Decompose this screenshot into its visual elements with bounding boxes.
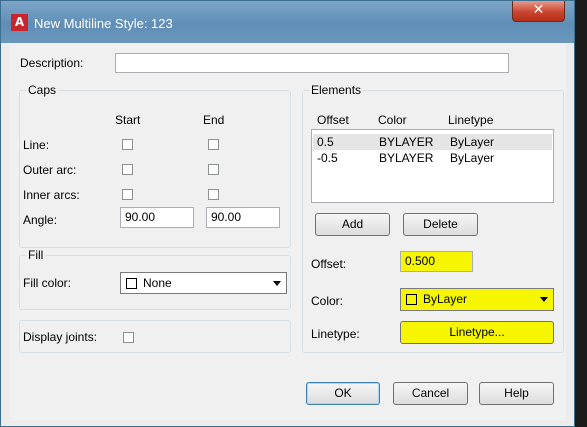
add-button[interactable]: Add: [315, 213, 390, 236]
inner-arcs-label: Inner arcs:: [23, 188, 80, 202]
elements-row-1-linetype: ByLayer: [450, 135, 495, 149]
caps-end-header: End: [203, 113, 225, 127]
color-label: Color:: [311, 294, 344, 308]
cancel-button[interactable]: Cancel: [393, 382, 468, 405]
fill-color-dropdown[interactable]: None: [120, 272, 287, 294]
close-button[interactable]: ✕: [512, 1, 565, 22]
elements-list[interactable]: 0.5 BYLAYER ByLayer -0.5 BYLAYER ByLayer: [311, 129, 554, 203]
delete-button[interactable]: Delete: [403, 213, 478, 236]
caps-group: Caps Start End Line: Outer arc: Inner ar…: [19, 83, 291, 248]
fill-color-value: None: [143, 276, 172, 290]
elements-row-1[interactable]: 0.5 BYLAYER ByLayer: [313, 134, 552, 150]
elements-row-2[interactable]: -0.5 BYLAYER ByLayer: [313, 150, 552, 166]
angle-label: Angle:: [23, 213, 58, 227]
angle-start-input[interactable]: 90.00: [120, 207, 194, 228]
elements-row-2-color: BYLAYER: [379, 151, 434, 165]
caps-start-header: Start: [115, 113, 141, 127]
line-start-checkbox[interactable]: [122, 139, 133, 150]
title-bar[interactable]: A New Multiline Style: 123 ✕: [1, 1, 574, 43]
linetype-label: Linetype:: [311, 327, 360, 341]
elements-group: Elements Offset Color Linetype 0.5 BYLAY…: [302, 83, 564, 353]
elements-row-1-color: BYLAYER: [379, 135, 434, 149]
dialog-body: Description: Caps Start End Line: Outer …: [9, 43, 566, 421]
description-input[interactable]: [115, 53, 509, 73]
elements-row-2-linetype: ByLayer: [450, 151, 495, 165]
display-joints-group: Display joints:: [19, 320, 291, 353]
outer-arc-end-checkbox[interactable]: [208, 164, 219, 175]
fill-color-swatch: [126, 278, 137, 289]
dialog-title: New Multiline Style: 123: [34, 16, 173, 31]
caps-group-label: Caps: [26, 83, 59, 97]
chevron-down-icon: [273, 281, 281, 286]
inner-arcs-end-checkbox[interactable]: [208, 189, 219, 200]
display-joints-label: Display joints:: [23, 330, 98, 344]
elements-color-header: Color: [378, 113, 407, 127]
help-button[interactable]: Help: [479, 382, 554, 405]
elements-row-2-offset: -0.5: [317, 151, 338, 165]
description-label: Description:: [20, 56, 84, 70]
angle-end-input[interactable]: 90.00: [206, 207, 280, 228]
element-color-swatch: [406, 294, 417, 305]
multiline-style-dialog: A New Multiline Style: 123 ✕ Description…: [0, 0, 575, 427]
fill-color-label: Fill color:: [23, 276, 72, 290]
autocad-logo-icon: A: [11, 14, 28, 31]
fill-group-label: Fill: [26, 248, 46, 262]
linetype-button[interactable]: Linetype...: [400, 321, 554, 344]
chevron-down-icon: [540, 297, 548, 302]
outer-arc-label: Outer arc:: [23, 163, 77, 177]
elements-group-label: Elements: [309, 83, 364, 97]
element-color-value: ByLayer: [423, 292, 468, 306]
inner-arcs-start-checkbox[interactable]: [122, 189, 133, 200]
offset-input[interactable]: 0.500: [400, 251, 473, 272]
line-end-checkbox[interactable]: [208, 139, 219, 150]
element-color-dropdown[interactable]: ByLayer: [400, 288, 554, 311]
fill-group: Fill Fill color: None: [19, 248, 291, 310]
display-joints-checkbox[interactable]: [123, 332, 134, 343]
elements-linetype-header: Linetype: [448, 113, 494, 127]
elements-row-1-offset: 0.5: [317, 135, 334, 149]
outer-arc-start-checkbox[interactable]: [122, 164, 133, 175]
offset-label: Offset:: [311, 257, 347, 271]
elements-offset-header: Offset: [317, 113, 349, 127]
ok-button[interactable]: OK: [306, 382, 380, 405]
line-label: Line:: [23, 138, 50, 152]
